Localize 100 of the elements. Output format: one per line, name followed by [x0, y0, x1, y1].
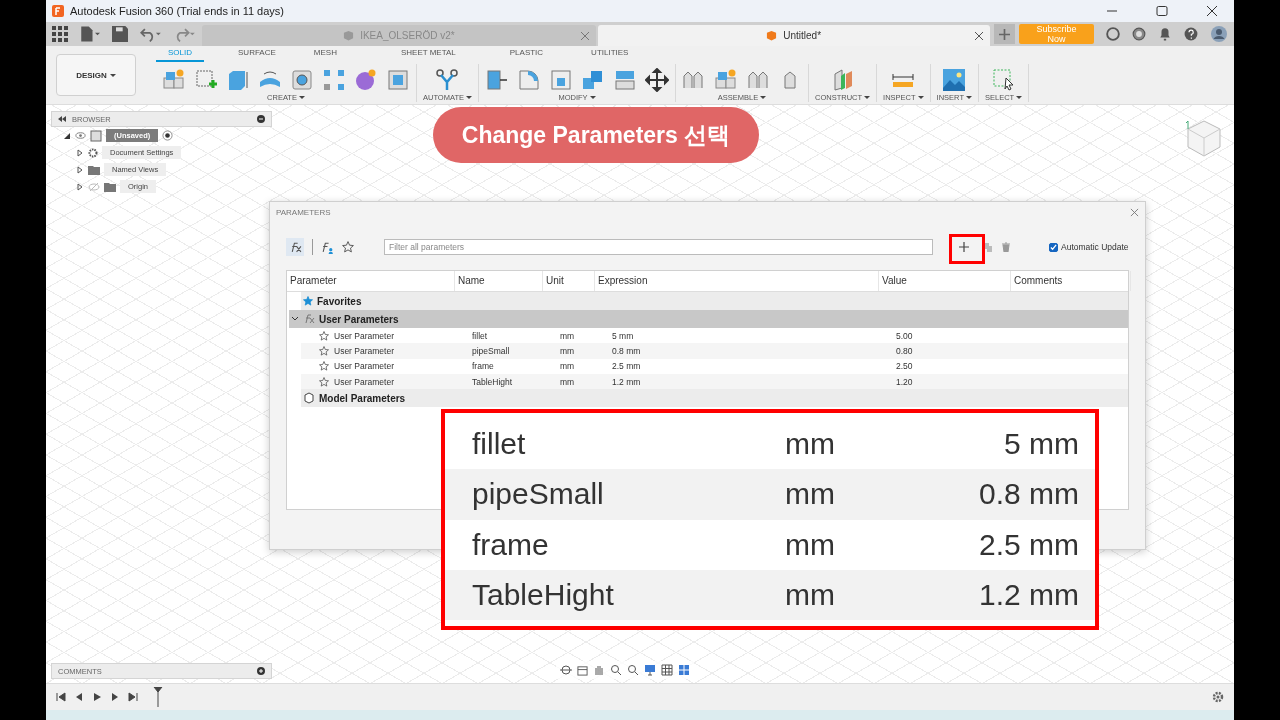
function-icon: [303, 313, 315, 325]
close-icon[interactable]: [1130, 207, 1139, 217]
favorite-star-icon[interactable]: [319, 376, 329, 387]
undo-icon[interactable]: [140, 26, 162, 42]
press-pull-icon[interactable]: [485, 67, 509, 92]
favorite-star-icon[interactable]: [319, 345, 329, 356]
avatar-icon[interactable]: [1210, 26, 1228, 42]
settings-icon[interactable]: [1212, 691, 1224, 703]
expand-arrow-icon[interactable]: [76, 148, 84, 157]
favorite-star-icon[interactable]: [319, 361, 329, 372]
table-cell: 1.2 mm: [612, 376, 641, 387]
expand-arrow-icon[interactable]: [76, 165, 84, 174]
workspace-button[interactable]: DESIGN: [56, 54, 136, 96]
bell-icon[interactable]: [1158, 26, 1172, 42]
close-icon[interactable]: [973, 31, 984, 41]
shell-icon[interactable]: [549, 67, 573, 92]
column-header[interactable]: Parameter: [287, 271, 455, 291]
toolbar-tab[interactable]: PLASTIC: [497, 48, 556, 62]
expand-arrow-icon[interactable]: [63, 131, 71, 140]
globe-icon[interactable]: [1106, 26, 1120, 42]
automatic-update-checkbox[interactable]: Automatic Update: [1049, 242, 1129, 252]
column-header[interactable]: Expression: [595, 271, 879, 291]
step-back-icon[interactable]: [74, 692, 84, 702]
folder-icon: [104, 180, 116, 193]
add-icon[interactable]: [257, 667, 265, 675]
image-icon[interactable]: [942, 67, 967, 92]
callout-expression: 1.2 mm: [977, 577, 1079, 612]
skip-start-icon[interactable]: [56, 692, 66, 702]
fillet-icon[interactable]: [517, 67, 541, 92]
toolbar-tab[interactable]: UTILITIES: [579, 48, 641, 62]
calendar-icon[interactable]: [577, 664, 588, 676]
column-header[interactable]: Value: [879, 271, 1011, 291]
trash-icon[interactable]: [1001, 242, 1011, 252]
file-icon[interactable]: [80, 26, 100, 42]
parameter-group-row[interactable]: Model Parameters: [301, 389, 1128, 408]
cube-icon[interactable]: [714, 67, 738, 92]
zoom-icon[interactable]: [610, 664, 622, 676]
step-forward-icon[interactable]: [110, 692, 120, 702]
parameter-group-row[interactable]: Favorites: [301, 292, 1128, 310]
parameter-group-row[interactable]: User Parameters: [289, 310, 1128, 328]
collapse-icon[interactable]: [58, 115, 66, 123]
eye-icon[interactable]: [75, 130, 86, 141]
column-header[interactable]: Comments: [1011, 271, 1131, 291]
new-tab-button[interactable]: [993, 24, 1015, 44]
caret-icon: [298, 96, 305, 99]
orbit-icon[interactable]: [560, 664, 572, 676]
table-cell: User Parameter: [334, 330, 394, 341]
copy-icon[interactable]: [983, 242, 993, 252]
column-header[interactable]: Name: [455, 271, 543, 291]
callout-unit: mm: [785, 527, 836, 562]
table-cell: pipeSmall: [472, 345, 510, 356]
sphere-icon[interactable]: [354, 67, 378, 92]
toolbar-tab[interactable]: MESH: [301, 48, 349, 62]
document-tab[interactable]: Untitled*: [597, 25, 990, 46]
favorite-star-icon[interactable]: [319, 330, 329, 341]
minus-icon[interactable]: [257, 115, 265, 123]
column-header[interactable]: Unit: [543, 271, 595, 291]
checkbox[interactable]: [1049, 242, 1058, 252]
gear-icon: [88, 147, 98, 158]
skip-end-icon[interactable]: [128, 692, 138, 702]
callout-unit: mm: [785, 477, 836, 512]
expand-arrow-icon[interactable]: [76, 182, 84, 191]
pattern-icon[interactable]: [322, 67, 346, 92]
caret-icon: [109, 73, 116, 77]
caret-icon: [965, 96, 972, 99]
component-icon: [90, 129, 102, 142]
user-function-icon[interactable]: [321, 240, 334, 254]
app-grid-icon[interactable]: [52, 26, 68, 42]
caret-icon: [760, 96, 767, 99]
selection-icon[interactable]: [991, 67, 1016, 92]
toolbar-tab[interactable]: SHEET METAL: [388, 48, 468, 62]
design-canvas[interactable]: [46, 105, 1234, 683]
hole-icon[interactable]: [290, 67, 314, 92]
grid-icon[interactable]: [661, 664, 673, 676]
filter-field[interactable]: Filter all parameters: [384, 239, 933, 255]
display-icon[interactable]: [644, 664, 656, 676]
zoom-fit-icon[interactable]: [627, 664, 639, 676]
save-icon[interactable]: [112, 26, 128, 42]
node-graph-icon[interactable]: [435, 67, 460, 92]
move-icon[interactable]: [645, 67, 669, 92]
toolbar-tab[interactable]: SURFACE: [226, 48, 288, 62]
callout-expression: 0.8 mm: [977, 477, 1079, 512]
caret-icon: [917, 96, 924, 99]
star-icon[interactable]: [342, 241, 354, 253]
timeline-marker-icon[interactable]: [152, 687, 164, 707]
table-cell: 0.80: [896, 345, 913, 356]
plus-icon: [998, 28, 1010, 40]
clock-icon[interactable]: [1132, 26, 1146, 42]
function-filter-button[interactable]: [286, 238, 304, 256]
caret-icon: [466, 96, 472, 99]
cube-icon[interactable]: [162, 67, 186, 92]
viewports-icon[interactable]: [678, 664, 690, 676]
help-icon[interactable]: [1184, 26, 1198, 42]
table-cell: frame: [472, 361, 494, 372]
chevron-icon[interactable]: [291, 315, 299, 323]
table-cell: 2.50: [896, 361, 913, 372]
grid-box-icon[interactable]: [386, 67, 410, 92]
redo-icon[interactable]: [174, 26, 196, 42]
radio-icon[interactable]: [162, 130, 174, 141]
play-icon[interactable]: [92, 692, 102, 702]
